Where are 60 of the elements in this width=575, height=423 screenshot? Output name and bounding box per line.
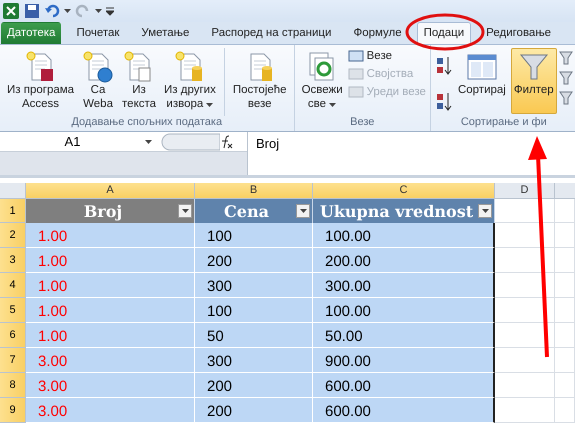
table-cell: 3.00 — [26, 373, 195, 398]
ribbon-tab[interactable]: Уметање — [134, 22, 196, 44]
formula-field[interactable]: Broj — [248, 132, 575, 175]
ribbon-group-label: Додавање спољних података — [70, 116, 224, 130]
table-cell: 300.00 — [313, 273, 495, 298]
table-cell: 1.00 — [26, 248, 195, 273]
table-cell: 1.00 — [26, 273, 195, 298]
row-header[interactable]: 2 — [0, 223, 26, 248]
row-header[interactable]: 3 — [0, 248, 26, 273]
table-cell: 200 — [195, 398, 313, 423]
row-header[interactable]: 4 — [0, 273, 26, 298]
row-header[interactable]: 7 — [0, 348, 26, 373]
ribbon-button[interactable]: Из текста — [119, 48, 160, 114]
table-cell: 100.00 — [313, 223, 495, 248]
column-header[interactable]: D — [495, 183, 555, 199]
ribbon-button[interactable]: Сортирај — [454, 48, 509, 114]
column-header[interactable]: A — [26, 183, 195, 199]
table-cell: 600.00 — [313, 398, 495, 423]
ribbon-button[interactable]: Постојеће везе — [230, 48, 290, 114]
table-header-cell[interactable]: Ukupna vrednost — [313, 199, 495, 223]
table-cell: 300 — [195, 273, 313, 298]
column-header[interactable]: B — [195, 183, 313, 199]
table-cell: 600.00 — [313, 373, 495, 398]
table-cell: 1.00 — [26, 298, 195, 323]
table-cell: 900.00 — [313, 348, 495, 373]
table-cell: 200.00 — [313, 248, 495, 273]
table-cell: 50.00 — [313, 323, 495, 348]
row-header[interactable]: 5 — [0, 298, 26, 323]
ribbon-group-label: Сортирање и фи — [460, 116, 548, 130]
column-header[interactable]: C — [313, 183, 495, 199]
table-cell: 300 — [195, 348, 313, 373]
row-header[interactable]: 1 — [0, 199, 26, 223]
table-cell: 200 — [195, 373, 313, 398]
row-header[interactable]: 6 — [0, 323, 26, 348]
row-header[interactable]: 9 — [0, 398, 26, 423]
table-cell: 100 — [195, 298, 313, 323]
ribbon-tab[interactable]: Формуле — [346, 22, 409, 44]
file-menu-tab[interactable]: Датотека — [1, 22, 62, 44]
ribbon-button[interactable]: Освежи све — [298, 48, 346, 114]
ribbon-small-button[interactable]: Везе — [348, 49, 426, 64]
table-cell: 100.00 — [313, 298, 495, 323]
table-cell: 1.00 — [26, 323, 195, 348]
table-cell: 200 — [195, 248, 313, 273]
table-cell: 1.00 — [26, 223, 195, 248]
table-header-cell[interactable]: Broj — [26, 199, 195, 223]
row-header[interactable]: 8 — [0, 373, 26, 398]
ribbon-tab[interactable]: Распоред на страници — [204, 22, 338, 44]
ribbon-button[interactable]: Из програма Access — [4, 48, 78, 114]
ribbon-button[interactable]: Филтер — [510, 48, 557, 114]
ribbon-tab[interactable]: Подаци — [416, 22, 472, 44]
table-cell: 3.00 — [26, 398, 195, 423]
table-cell: 100 — [195, 223, 313, 248]
table-header-cell[interactable]: Cena — [195, 199, 313, 223]
ribbon-button[interactable]: Из других извора — [161, 48, 219, 114]
ribbon-tab[interactable]: Почетак — [69, 22, 126, 44]
ribbon-group-label: Везе — [349, 116, 376, 130]
table-cell: 3.00 — [26, 348, 195, 373]
table-cell: 50 — [195, 323, 313, 348]
ribbon-button[interactable]: Са Weba — [79, 48, 118, 114]
ribbon-tab[interactable]: Редиговање — [479, 22, 558, 44]
